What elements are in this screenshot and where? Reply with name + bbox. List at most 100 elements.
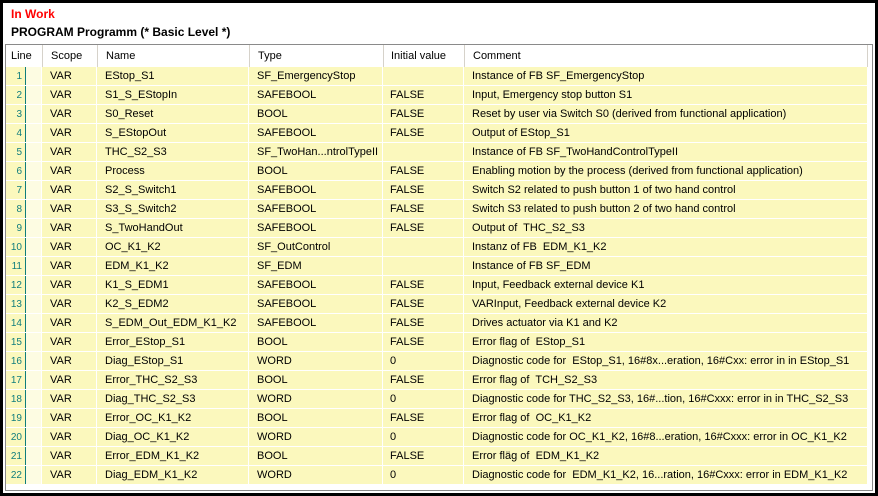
scope-cell[interactable]: VAR xyxy=(42,276,97,294)
initial-value-cell[interactable]: FALSE xyxy=(383,295,464,313)
comment-cell[interactable]: Switch S2 related to push button 1 of tw… xyxy=(464,181,868,199)
column-header-line[interactable]: Line xyxy=(6,45,43,67)
name-cell[interactable]: S_EStopOut xyxy=(97,124,249,142)
line-number-cell[interactable]: 22 xyxy=(6,466,26,484)
scope-cell[interactable]: VAR xyxy=(42,428,97,446)
initial-value-cell[interactable]: FALSE xyxy=(383,86,464,104)
name-cell[interactable]: EStop_S1 xyxy=(97,67,249,85)
initial-value-cell[interactable]: FALSE xyxy=(383,219,464,237)
comment-cell[interactable]: Enabling motion by the process (derived … xyxy=(464,162,868,180)
name-cell[interactable]: Error_THC_S2_S3 xyxy=(97,371,249,389)
scope-cell[interactable]: VAR xyxy=(42,447,97,465)
line-number-cell[interactable]: 8 xyxy=(6,200,26,218)
name-cell[interactable]: Process xyxy=(97,162,249,180)
name-cell[interactable]: THC_S2_S3 xyxy=(97,143,249,161)
initial-value-cell[interactable] xyxy=(383,143,464,161)
line-number-cell[interactable]: 20 xyxy=(6,428,26,446)
comment-cell[interactable]: Diagnostic code for EStop_S1, 16#8x...er… xyxy=(464,352,868,370)
line-number-cell[interactable]: 13 xyxy=(6,295,26,313)
initial-value-cell[interactable]: FALSE xyxy=(383,200,464,218)
scope-cell[interactable]: VAR xyxy=(42,105,97,123)
scope-cell[interactable]: VAR xyxy=(42,295,97,313)
line-number-cell[interactable]: 19 xyxy=(6,409,26,427)
initial-value-cell[interactable]: 0 xyxy=(383,428,464,446)
line-number-cell[interactable]: 5 xyxy=(6,143,26,161)
name-cell[interactable]: S_TwoHandOut xyxy=(97,219,249,237)
type-cell[interactable]: SF_OutControl xyxy=(249,238,383,256)
type-cell[interactable]: WORD xyxy=(249,352,383,370)
comment-cell[interactable]: Input, Emergency stop button S1 xyxy=(464,86,868,104)
line-number-cell[interactable]: 18 xyxy=(6,390,26,408)
comment-cell[interactable]: Output of THC_S2_S3 xyxy=(464,219,868,237)
type-cell[interactable]: SF_TwoHan...ntrolTypeII xyxy=(249,143,383,161)
initial-value-cell[interactable]: 0 xyxy=(383,466,464,484)
initial-value-cell[interactable]: 0 xyxy=(383,390,464,408)
name-cell[interactable]: Diag_EDM_K1_K2 xyxy=(97,466,249,484)
scope-cell[interactable]: VAR xyxy=(42,162,97,180)
scope-cell[interactable]: VAR xyxy=(42,200,97,218)
type-cell[interactable]: SAFEBOOL xyxy=(249,219,383,237)
name-cell[interactable]: S3_S_Switch2 xyxy=(97,200,249,218)
type-cell[interactable]: SAFEBOOL xyxy=(249,86,383,104)
line-number-cell[interactable]: 10 xyxy=(6,238,26,256)
scope-cell[interactable]: VAR xyxy=(42,257,97,275)
initial-value-cell[interactable] xyxy=(383,238,464,256)
scope-cell[interactable]: VAR xyxy=(42,352,97,370)
initial-value-cell[interactable]: FALSE xyxy=(383,162,464,180)
type-cell[interactable]: BOOL xyxy=(249,371,383,389)
name-cell[interactable]: K1_S_EDM1 xyxy=(97,276,249,294)
column-header-initial-value[interactable]: Initial value xyxy=(384,45,465,67)
column-header-comment[interactable]: Comment xyxy=(465,45,868,67)
type-cell[interactable]: SF_EmergencyStop xyxy=(249,67,383,85)
scope-cell[interactable]: VAR xyxy=(42,67,97,85)
scope-cell[interactable]: VAR xyxy=(42,466,97,484)
line-number-cell[interactable]: 21 xyxy=(6,447,26,465)
initial-value-cell[interactable]: FALSE xyxy=(383,105,464,123)
column-header-scope[interactable]: Scope xyxy=(43,45,98,67)
type-cell[interactable]: BOOL xyxy=(249,447,383,465)
initial-value-cell[interactable]: FALSE xyxy=(383,276,464,294)
type-cell[interactable]: BOOL xyxy=(249,333,383,351)
line-number-cell[interactable]: 7 xyxy=(6,181,26,199)
type-cell[interactable]: WORD xyxy=(249,428,383,446)
comment-cell[interactable]: Error flag of EStop_S1 xyxy=(464,333,868,351)
comment-cell[interactable]: Error flag of TCH_S2_S3 xyxy=(464,371,868,389)
line-number-cell[interactable]: 11 xyxy=(6,257,26,275)
type-cell[interactable]: SF_EDM xyxy=(249,257,383,275)
comment-cell[interactable]: Output of EStop_S1 xyxy=(464,124,868,142)
name-cell[interactable]: S_EDM_Out_EDM_K1_K2 xyxy=(97,314,249,332)
comment-cell[interactable]: Instance of FB SF_EDM xyxy=(464,257,868,275)
type-cell[interactable]: SAFEBOOL xyxy=(249,295,383,313)
scope-cell[interactable]: VAR xyxy=(42,314,97,332)
line-number-cell[interactable]: 14 xyxy=(6,314,26,332)
comment-cell[interactable]: Reset by user via Switch S0 (derived fro… xyxy=(464,105,868,123)
scope-cell[interactable]: VAR xyxy=(42,86,97,104)
name-cell[interactable]: Error_EDM_K1_K2 xyxy=(97,447,249,465)
initial-value-cell[interactable]: FALSE xyxy=(383,447,464,465)
scope-cell[interactable]: VAR xyxy=(42,219,97,237)
name-cell[interactable]: Error_OC_K1_K2 xyxy=(97,409,249,427)
comment-cell[interactable]: Switch S3 related to push button 2 of tw… xyxy=(464,200,868,218)
initial-value-cell[interactable] xyxy=(383,257,464,275)
initial-value-cell[interactable]: FALSE xyxy=(383,124,464,142)
comment-cell[interactable]: Instance of FB SF_EmergencyStop xyxy=(464,67,868,85)
name-cell[interactable]: K2_S_EDM2 xyxy=(97,295,249,313)
line-number-cell[interactable]: 1 xyxy=(6,67,26,85)
comment-cell[interactable]: Error flag of OC_K1_K2 xyxy=(464,409,868,427)
comment-cell[interactable]: Instanz of FB EDM_K1_K2 xyxy=(464,238,868,256)
type-cell[interactable]: SAFEBOOL xyxy=(249,200,383,218)
comment-cell[interactable]: Diagnostic code for EDM_K1_K2, 16...rati… xyxy=(464,466,868,484)
initial-value-cell[interactable]: 0 xyxy=(383,352,464,370)
comment-cell[interactable]: Error fläg of EDM_K1_K2 xyxy=(464,447,868,465)
scope-cell[interactable]: VAR xyxy=(42,333,97,351)
name-cell[interactable]: Error_EStop_S1 xyxy=(97,333,249,351)
initial-value-cell[interactable]: FALSE xyxy=(383,314,464,332)
line-number-cell[interactable]: 6 xyxy=(6,162,26,180)
line-number-cell[interactable]: 17 xyxy=(6,371,26,389)
line-number-cell[interactable]: 9 xyxy=(6,219,26,237)
name-cell[interactable]: S2_S_Switch1 xyxy=(97,181,249,199)
line-number-cell[interactable]: 12 xyxy=(6,276,26,294)
scope-cell[interactable]: VAR xyxy=(42,238,97,256)
type-cell[interactable]: SAFEBOOL xyxy=(249,181,383,199)
name-cell[interactable]: S0_Reset xyxy=(97,105,249,123)
